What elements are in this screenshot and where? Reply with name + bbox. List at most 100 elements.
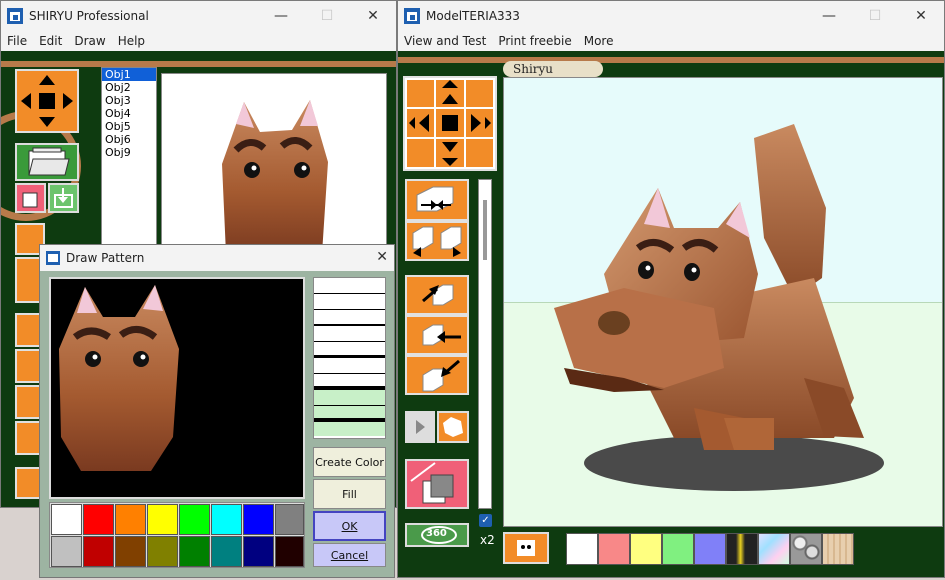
pattern-item[interactable] (314, 310, 385, 326)
paint-button[interactable] (405, 459, 469, 509)
palette-navy[interactable] (243, 536, 274, 567)
texture-blue[interactable] (694, 533, 726, 565)
light-down-button[interactable] (405, 355, 469, 395)
light-up-button[interactable] (405, 275, 469, 315)
pattern-item[interactable] (314, 342, 385, 358)
maximize-icon[interactable]: ☐ (852, 1, 898, 31)
maximize-icon[interactable]: ☐ (304, 1, 350, 31)
texture-pink[interactable] (598, 533, 630, 565)
3d-viewport[interactable] (503, 77, 943, 527)
window-title: ModelTERIA333 (426, 9, 520, 23)
zoom-out-icon (412, 226, 462, 257)
dialog-title-bar[interactable]: Draw Pattern ✕ (40, 245, 394, 271)
palette-yellow[interactable] (147, 504, 178, 535)
app-icon (46, 251, 60, 265)
zoom-slider[interactable] (478, 179, 492, 509)
palette-red[interactable] (83, 504, 114, 535)
list-item[interactable]: Obj1 (102, 68, 156, 81)
palette-silver[interactable] (51, 536, 82, 567)
light-side-button[interactable] (405, 315, 469, 355)
minimize-icon[interactable]: — (806, 1, 852, 31)
palette-green[interactable] (179, 504, 210, 535)
palette-dark-green[interactable] (179, 536, 210, 567)
ok-button[interactable]: OK (313, 511, 386, 541)
paint-icon (410, 462, 454, 504)
texture-rainbow[interactable] (758, 533, 790, 565)
palette-white[interactable] (51, 504, 82, 535)
list-item[interactable]: Obj3 (102, 94, 156, 107)
fill-button[interactable]: Fill (313, 479, 386, 509)
cancel-button[interactable]: Cancel (313, 543, 386, 567)
title-bar[interactable]: ModelTERIA333 — ☐ ✕ (398, 1, 944, 31)
x2-checkbox[interactable]: ✓ (479, 514, 492, 527)
move-pad[interactable] (15, 69, 79, 133)
menu-more[interactable]: More (578, 34, 620, 48)
list-item[interactable]: Obj5 (102, 120, 156, 133)
shiryu-tab-label: Shiryu (513, 62, 554, 76)
open-folder-button[interactable] (15, 143, 79, 181)
title-bar[interactable]: SHIRYU Professional — ☐ ✕ (1, 1, 396, 31)
pattern-item[interactable] (314, 278, 385, 294)
texture-yellow[interactable] (630, 533, 662, 565)
pattern-item[interactable] (314, 390, 385, 406)
texture-icon (443, 417, 463, 437)
texture-pebbles[interactable] (790, 533, 822, 565)
object-list[interactable]: Obj1 Obj2 Obj3 Obj4 Obj5 Obj6 Obj9 (101, 67, 157, 247)
close-icon[interactable]: ✕ (376, 249, 388, 265)
close-icon[interactable]: ✕ (350, 1, 396, 31)
palette-brown[interactable] (115, 536, 146, 567)
menu-view-and-test[interactable]: View and Test (398, 34, 492, 48)
menu-help[interactable]: Help (112, 34, 151, 48)
menu-edit[interactable]: Edit (33, 34, 68, 48)
menu-file[interactable]: File (1, 34, 33, 48)
palette-gray[interactable] (275, 504, 304, 535)
app-icon (404, 8, 420, 24)
list-item[interactable]: Obj4 (102, 107, 156, 120)
menu-draw[interactable]: Draw (68, 34, 111, 48)
rotate-360-button[interactable]: 360 (405, 523, 469, 547)
dialog-title: Draw Pattern (66, 251, 145, 265)
list-item[interactable]: Obj2 (102, 81, 156, 94)
new-object-button[interactable] (15, 183, 46, 213)
palette-black[interactable] (275, 536, 304, 567)
pattern-list[interactable] (313, 277, 386, 439)
minimize-icon[interactable]: — (258, 1, 304, 31)
palette-teal[interactable] (211, 536, 242, 567)
pattern-canvas[interactable] (49, 277, 305, 499)
zoom-in-button[interactable] (405, 179, 469, 221)
slider-thumb[interactable] (483, 200, 487, 260)
menu-bar: View and Test Print freebie More (398, 31, 944, 51)
texture-green[interactable] (662, 533, 694, 565)
list-item[interactable]: Obj6 (102, 133, 156, 146)
palette-dark-red[interactable] (83, 536, 114, 567)
texture-wood[interactable] (822, 533, 854, 565)
pattern-item[interactable] (314, 294, 385, 310)
window-title: SHIRYU Professional (29, 9, 149, 23)
pattern-item[interactable] (314, 358, 385, 374)
menu-print-freebie[interactable]: Print freebie (492, 34, 577, 48)
palette-cyan[interactable] (211, 504, 242, 535)
palette-orange[interactable] (115, 504, 146, 535)
play-button[interactable] (405, 411, 435, 443)
zoom-out-button[interactable] (405, 221, 469, 261)
create-color-button[interactable]: Create Color (313, 447, 386, 477)
palette-blue[interactable] (243, 504, 274, 535)
list-item[interactable]: Obj9 (102, 146, 156, 159)
play-icon (416, 420, 425, 434)
pattern-item[interactable] (314, 374, 385, 390)
dog-stamp-button[interactable] (503, 532, 549, 564)
camera-move-pad[interactable] (403, 76, 497, 171)
pattern-item[interactable] (314, 422, 385, 436)
texture-black-yellow[interactable] (726, 533, 758, 565)
light-side-icon (422, 324, 461, 346)
palette-olive[interactable] (147, 536, 178, 567)
zoom-in-icon (416, 186, 454, 212)
texture-white[interactable] (566, 533, 598, 565)
import-button[interactable] (48, 183, 79, 213)
arrows-icon (21, 75, 73, 127)
texture-rotate-button[interactable] (437, 411, 469, 443)
pattern-item[interactable] (314, 326, 385, 342)
pattern-item[interactable] (314, 406, 385, 422)
dog-icon (517, 540, 535, 556)
close-icon[interactable]: ✕ (898, 1, 944, 31)
